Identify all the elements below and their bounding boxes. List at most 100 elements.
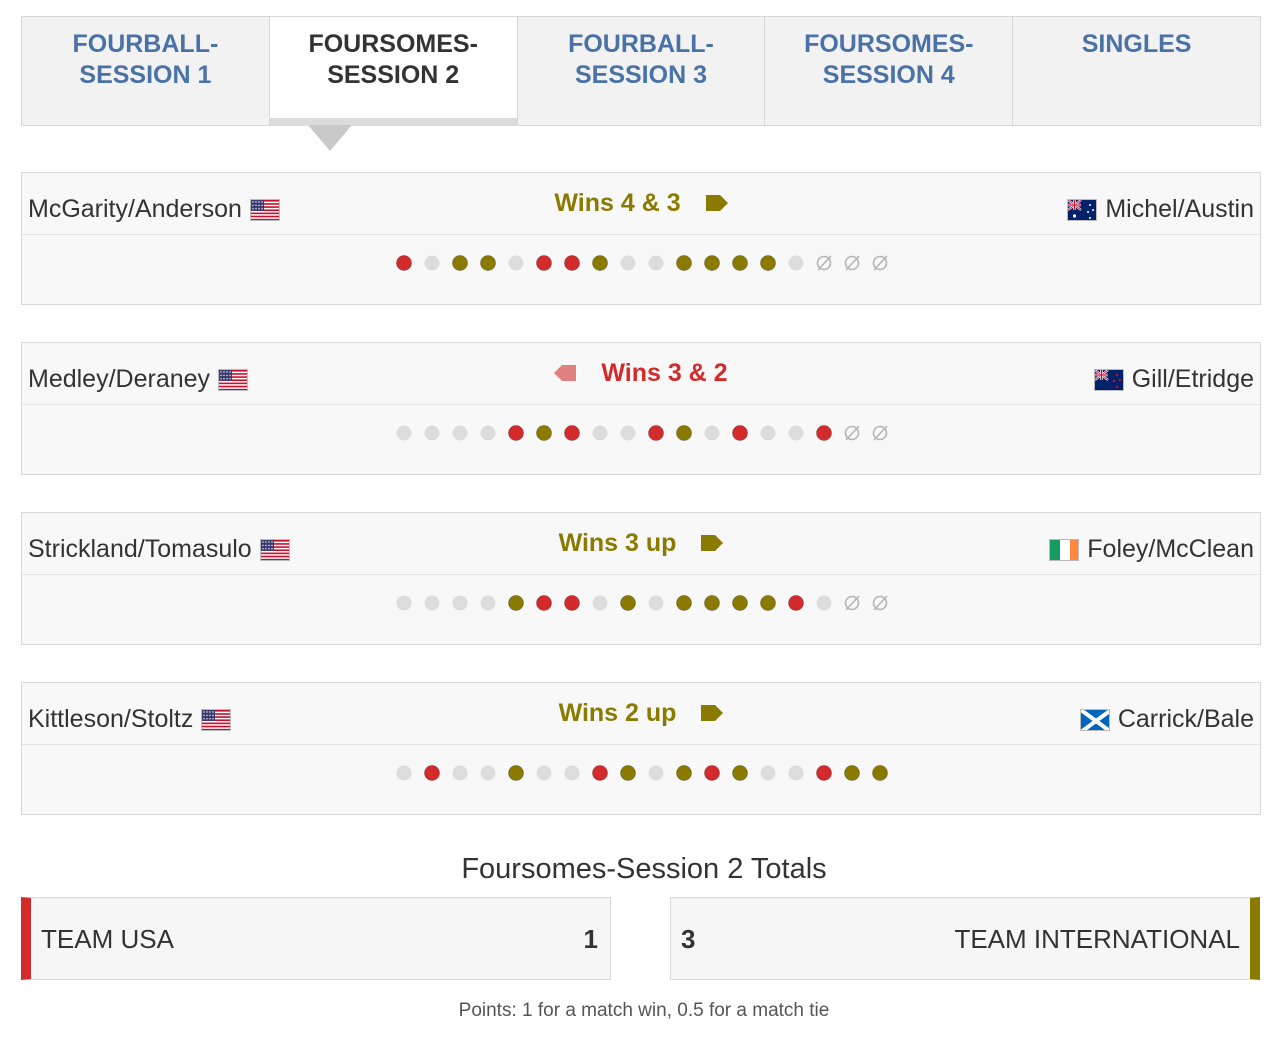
hole-15-usa-dot — [788, 595, 804, 611]
hole-12-intl-dot — [704, 595, 720, 611]
hole-5-intl-dot — [508, 595, 524, 611]
hole-14-halved-dot — [760, 765, 776, 781]
right-player-names: Foley/McClean — [1087, 535, 1254, 563]
hole-17-unplayed-dot — [844, 255, 860, 271]
hole-2-halved-dot — [424, 595, 440, 611]
hole-2-halved-dot — [424, 255, 440, 271]
hole-8-usa-dot — [592, 765, 608, 781]
session-totals-title: Foursomes-Session 2 Totals — [461, 853, 827, 885]
hole-15-halved-dot — [788, 255, 804, 271]
hole-13-usa-dot — [732, 425, 748, 441]
right-player-names: Michel/Austin — [1105, 195, 1254, 223]
hole-11-intl-dot — [676, 765, 692, 781]
tab-label-line2: SESSION 4 — [822, 61, 955, 89]
result-text: Wins 2 up — [558, 699, 677, 727]
right-team: Carrick/Bale — [1072, 705, 1254, 734]
hole-13-intl-dot — [732, 765, 748, 781]
hole-10-halved-dot — [648, 255, 664, 271]
tab-label-line1: FOURSOMES- — [804, 30, 974, 58]
hole-18-intl-dot — [872, 765, 888, 781]
tab-label-line2: SESSION 2 — [327, 61, 460, 89]
hole-14-intl-dot — [760, 595, 776, 611]
hole-3-halved-dot — [452, 765, 468, 781]
hole-9-halved-dot — [620, 255, 636, 271]
match-result: Wins 3 & 2 — [22, 359, 1260, 389]
hole-5-intl-dot — [508, 765, 524, 781]
team-usa-total: TEAM USA 1 — [21, 897, 611, 980]
hole-1-halved-dot — [396, 595, 412, 611]
session-tabs: FOURBALL- SESSION 1 FOURSOMES- SESSION 2… — [21, 16, 1261, 126]
tab-fourball-session-1[interactable]: FOURBALL- SESSION 1 — [22, 17, 270, 125]
tab-fourball-session-3[interactable]: FOURBALL- SESSION 3 — [518, 17, 766, 125]
hole-12-usa-dot — [704, 765, 720, 781]
team-international-score: 3 — [681, 924, 696, 954]
right-player-names: Carrick/Bale — [1117, 705, 1254, 733]
hole-16-usa-dot — [816, 425, 832, 441]
result-text: Wins 4 & 3 — [554, 189, 681, 217]
hole-12-halved-dot — [704, 425, 720, 441]
hole-9-intl-dot — [620, 765, 636, 781]
new-zealand-flag-icon — [1093, 368, 1124, 391]
hole-8-intl-dot — [592, 255, 608, 271]
tab-label-line1: FOURSOMES- — [308, 30, 478, 58]
hole-8-halved-dot — [592, 425, 608, 441]
result-arrow-left-icon — [554, 360, 577, 389]
hole-3-intl-dot — [452, 255, 468, 271]
result-text: Wins 3 up — [558, 529, 677, 557]
hole-9-intl-dot — [620, 595, 636, 611]
hole-18-unplayed-dot — [872, 595, 888, 611]
tab-singles[interactable]: SINGLES — [1013, 17, 1260, 125]
hole-3-halved-dot — [452, 595, 468, 611]
hole-10-usa-dot — [648, 425, 664, 441]
tab-label-line1: FOURBALL- — [72, 30, 219, 58]
hole-18-unplayed-dot — [872, 255, 888, 271]
hole-9-halved-dot — [620, 425, 636, 441]
hole-15-halved-dot — [788, 765, 804, 781]
hole-1-usa-dot — [396, 255, 412, 271]
team-international-total: 3 TEAM INTERNATIONAL — [670, 897, 1260, 980]
tab-label-line2: SESSION 1 — [79, 61, 212, 89]
hole-7-usa-dot — [564, 595, 580, 611]
hole-6-usa-dot — [536, 595, 552, 611]
points-footnote: Points: 1 for a match win, 0.5 for a mat… — [458, 1000, 830, 1021]
team-usa-name: TEAM USA — [41, 924, 174, 954]
match-card[interactable]: Strickland/Tomasulo Wins 3 up Foley/McCl… — [21, 512, 1261, 645]
hole-6-halved-dot — [536, 765, 552, 781]
hole-11-intl-dot — [676, 595, 692, 611]
hole-6-usa-dot — [536, 255, 552, 271]
tab-label-line1: FOURBALL- — [568, 30, 714, 58]
hole-2-usa-dot — [424, 765, 440, 781]
hole-17-intl-dot — [844, 765, 860, 781]
hole-13-intl-dot — [732, 595, 748, 611]
hole-1-halved-dot — [396, 425, 412, 441]
hole-14-intl-dot — [760, 255, 776, 271]
hole-14-halved-dot — [760, 425, 776, 441]
hole-17-unplayed-dot — [844, 595, 860, 611]
right-player-names: Gill/Etridge — [1131, 365, 1254, 393]
hole-10-halved-dot — [648, 595, 664, 611]
ireland-flag-icon — [1049, 538, 1080, 561]
hole-11-intl-dot — [676, 425, 692, 441]
hole-4-halved-dot — [480, 765, 496, 781]
hole-5-halved-dot — [508, 255, 524, 271]
hole-17-unplayed-dot — [844, 425, 860, 441]
match-card[interactable]: Kittleson/Stoltz Wins 2 up Carrick/Bale — [21, 682, 1261, 815]
active-tab-pointer — [308, 125, 352, 151]
team-usa-score: 1 — [583, 924, 598, 954]
tab-foursomes-session-4[interactable]: FOURSOMES- SESSION 4 — [765, 17, 1014, 125]
tab-foursomes-session-2[interactable]: FOURSOMES- SESSION 2 — [269, 16, 518, 126]
hole-1-halved-dot — [396, 765, 412, 781]
hole-11-intl-dot — [676, 255, 692, 271]
hole-10-halved-dot — [648, 765, 664, 781]
team-international-name: TEAM INTERNATIONAL — [954, 924, 1240, 954]
result-arrow-right-icon — [701, 700, 724, 729]
hole-16-usa-dot — [816, 765, 832, 781]
hole-13-intl-dot — [732, 255, 748, 271]
match-card[interactable]: McGarity/Anderson Wins 4 & 3 Michel/Aust… — [21, 172, 1261, 305]
hole-6-intl-dot — [536, 425, 552, 441]
hole-8-halved-dot — [592, 595, 608, 611]
australia-flag-icon — [1067, 198, 1098, 221]
tab-label-line1: SINGLES — [1081, 30, 1192, 58]
match-card[interactable]: Medley/Deraney Wins 3 & 2 Gill/Etridge — [21, 342, 1261, 475]
hole-12-intl-dot — [704, 255, 720, 271]
